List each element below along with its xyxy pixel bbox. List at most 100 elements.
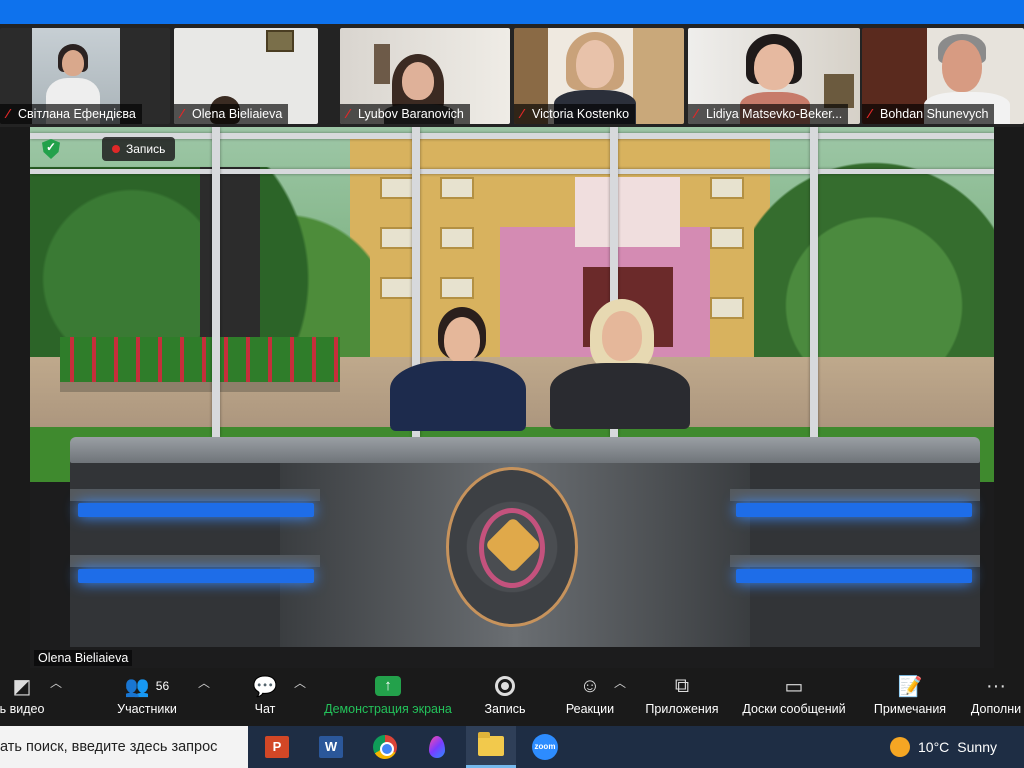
window-frame	[810, 127, 818, 437]
mic-muted-icon: ⁄	[346, 106, 350, 121]
file-explorer-icon	[478, 731, 504, 756]
whiteboards-button[interactable]: ▭ Доски сообщений	[736, 672, 852, 724]
reactions-smiley-icon: ☺	[579, 674, 601, 697]
mic-muted-icon: ⁄	[180, 106, 184, 121]
meeting-toolbar: ◩ ь видео ︿ 👥 56 Участники ︿ 💬 Чат ︿ ↑ Де…	[0, 668, 1024, 726]
chrome-icon	[373, 735, 397, 759]
desk-light	[736, 569, 972, 583]
paint-drop-icon	[429, 736, 445, 758]
participant-name: Світлана Ефендієва	[18, 107, 136, 121]
word-icon: W	[319, 736, 343, 758]
whiteboards-label: Доски сообщений	[742, 702, 846, 716]
participants-button[interactable]: 👥 56 Участники	[112, 672, 182, 724]
recording-indicator[interactable]: Запись	[102, 137, 176, 161]
reactions-options-caret-icon[interactable]: ︿	[614, 674, 626, 691]
recording-label: Запись	[126, 142, 166, 156]
participant-name-tag: ⁄ Victoria Kostenko	[514, 104, 636, 124]
participant-tile-3[interactable]: ⁄ Lyubov Baranovich	[340, 28, 510, 124]
desk-rim	[730, 555, 980, 567]
desk-light	[736, 503, 972, 517]
desk-rim	[70, 489, 320, 501]
presenter-left	[388, 307, 528, 447]
participant-tile-6[interactable]: ⁄ Bohdan Shunevych	[862, 28, 1024, 124]
desk-top	[70, 437, 980, 463]
chat-options-caret-icon[interactable]: ︿	[294, 674, 306, 691]
taskbar-search-box[interactable]: ать поиск, введите здесь запрос	[0, 726, 248, 768]
desk-right-wing	[740, 457, 980, 647]
background-monument	[200, 167, 260, 337]
participant-strip: ⁄ Світлана Ефендієва ⁄ Olena Bieliaieva …	[0, 24, 1024, 127]
taskbar-app-paint[interactable]	[412, 726, 462, 768]
taskbar-app-chrome[interactable]	[360, 726, 410, 768]
taskbar-app-powerpoint[interactable]: P	[252, 726, 302, 768]
record-button[interactable]: Запись	[482, 672, 528, 724]
share-screen-label: Демонстрация экрана	[324, 702, 452, 716]
window-frame	[30, 169, 994, 174]
apps-button[interactable]: ⧉ Приложения	[640, 672, 724, 724]
participant-name-tag: ⁄ Lyubov Baranovich	[340, 104, 470, 124]
weather-description: Sunny	[957, 739, 997, 755]
participant-tile-4[interactable]: ⁄ Victoria Kostenko	[514, 28, 684, 124]
participant-name-tag: ⁄ Світлана Ефендієва	[0, 104, 142, 124]
mic-muted-icon: ⁄	[868, 106, 872, 121]
desk-left-wing	[70, 457, 310, 647]
desk-light	[78, 503, 314, 517]
participant-name: Lyubov Baranovich	[358, 107, 464, 121]
participant-name: Bohdan Shunevych	[880, 107, 989, 121]
window-frame	[30, 133, 994, 139]
share-screen-button[interactable]: ↑ Демонстрация экрана	[318, 672, 458, 724]
powerpoint-icon: P	[265, 736, 289, 758]
taskbar-app-file-explorer[interactable]	[466, 726, 516, 768]
presenter-right	[550, 299, 690, 447]
more-label: Дополни	[970, 702, 1022, 716]
reactions-button[interactable]: ☺ Реакции	[562, 672, 618, 724]
desk-light	[78, 569, 314, 583]
notes-icon: 📝	[897, 675, 923, 698]
video-off-icon: ◩	[12, 675, 32, 698]
sun-icon	[890, 737, 910, 757]
title-bar	[0, 0, 1024, 24]
whiteboard-icon: ▭	[784, 675, 804, 698]
taskbar-app-word[interactable]: W	[306, 726, 356, 768]
apps-icon: ⧉	[674, 674, 690, 697]
participant-tile-1[interactable]: ⁄ Світлана Ефендієва	[0, 28, 170, 124]
participant-name: Lidiya Matsevko-Beker...	[706, 107, 843, 121]
participant-tile-5[interactable]: ⁄ Lidiya Matsevko-Beker...	[688, 28, 860, 124]
reactions-label: Реакции	[565, 702, 615, 716]
participant-name-tag: ⁄ Lidiya Matsevko-Beker...	[688, 104, 849, 124]
notes-label: Примечания	[873, 702, 947, 716]
record-label: Запись	[484, 702, 526, 716]
mic-muted-icon: ⁄	[694, 106, 698, 121]
chat-button[interactable]: 💬 Чат	[248, 672, 282, 724]
recording-dot-icon	[112, 145, 120, 153]
participants-options-caret-icon[interactable]: ︿	[198, 674, 210, 691]
mic-muted-icon: ⁄	[520, 106, 524, 121]
taskbar-weather[interactable]: 10°C Sunny	[890, 726, 997, 768]
notes-button[interactable]: 📝 Примечания	[868, 672, 952, 724]
weather-temperature: 10°C	[918, 739, 950, 755]
window-frame	[212, 127, 220, 437]
apps-label: Приложения	[645, 702, 719, 716]
desk-rim	[70, 555, 320, 567]
share-screen-icon: ↑	[375, 676, 401, 696]
zoom-meeting-window: ⁄ Світлана Ефендієва ⁄ Olena Bieliaieva …	[0, 0, 1024, 768]
participant-name: Olena Bieliaieva	[192, 107, 283, 121]
participants-label: Участники	[117, 702, 177, 716]
video-options-caret-icon[interactable]: ︿	[50, 674, 62, 691]
active-speaker-name: Olena Bieliaieva	[34, 650, 133, 666]
participants-count: 56	[155, 679, 170, 693]
main-video[interactable]: Запись Olena Bieliaieva	[30, 127, 994, 668]
participant-name-tag: ⁄ Bohdan Shunevych	[862, 104, 995, 124]
video-button[interactable]: ◩ ь видео	[0, 672, 44, 724]
participant-tile-2[interactable]: ⁄ Olena Bieliaieva	[174, 28, 318, 124]
desk-rim	[730, 489, 980, 501]
zoom-icon: zoom	[532, 734, 558, 760]
windows-taskbar: ать поиск, введите здесь запрос P W zoom…	[0, 726, 1024, 768]
mic-muted-icon: ⁄	[6, 106, 10, 121]
participants-icon: 👥 56	[124, 675, 170, 698]
chat-label: Чат	[254, 702, 276, 716]
video-label: ь видео	[0, 702, 45, 716]
more-button[interactable]: ··· Дополни	[968, 672, 1024, 724]
participant-name: Victoria Kostenko	[532, 107, 630, 121]
taskbar-app-zoom[interactable]: zoom	[520, 726, 570, 768]
